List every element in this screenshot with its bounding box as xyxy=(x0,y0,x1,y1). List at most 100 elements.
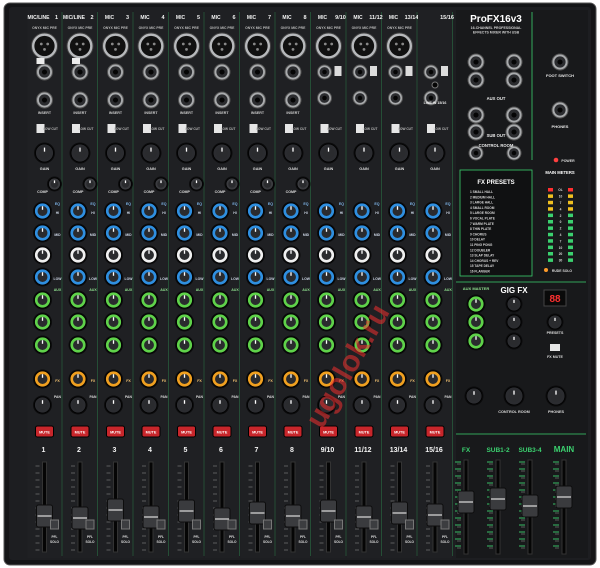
aux-3-knob[interactable] xyxy=(210,335,230,355)
fx-mute-button[interactable] xyxy=(550,344,560,351)
hi-z-switch[interactable] xyxy=(36,58,45,64)
xlr-input[interactable] xyxy=(102,32,129,60)
eq-mid-freq-knob[interactable] xyxy=(139,245,159,265)
eq-mid-freq-knob[interactable] xyxy=(175,245,194,265)
eq-hi-knob[interactable] xyxy=(317,201,336,221)
pan-knob[interactable] xyxy=(423,395,443,415)
gain-knob[interactable] xyxy=(424,142,446,164)
eq-mid-knob[interactable] xyxy=(352,223,372,243)
mute-button[interactable]: MUTE xyxy=(354,425,374,438)
pfl-button[interactable] xyxy=(156,519,166,530)
sub-out-4-jack[interactable] xyxy=(505,123,523,141)
mute-button[interactable]: MUTE xyxy=(177,425,196,438)
eq-mid-freq-knob[interactable] xyxy=(388,245,407,265)
mute-button[interactable]: MUTE xyxy=(425,425,445,438)
aux-3-knob[interactable] xyxy=(423,335,443,355)
fx-param-2-knob[interactable] xyxy=(505,313,523,331)
eq-low-knob[interactable] xyxy=(68,267,88,287)
eq-hi-knob[interactable] xyxy=(246,201,265,221)
line-switch[interactable] xyxy=(334,66,342,76)
xlr-input[interactable] xyxy=(173,32,200,60)
sub-out-3-jack[interactable] xyxy=(467,123,485,141)
fx-param-3-knob[interactable] xyxy=(505,332,523,350)
gain-knob[interactable] xyxy=(247,142,268,164)
pan-knob[interactable] xyxy=(388,395,407,415)
fx-send-knob[interactable] xyxy=(33,369,52,389)
line-in-left-jack[interactable] xyxy=(352,64,368,80)
insert-jack[interactable] xyxy=(107,91,124,109)
eq-low-knob[interactable] xyxy=(210,267,230,287)
eq-mid-freq-knob[interactable] xyxy=(246,245,265,265)
eq-hi-knob[interactable] xyxy=(281,201,301,221)
fx-send-knob[interactable] xyxy=(68,369,88,389)
aux-2-knob[interactable] xyxy=(317,312,336,332)
aux-3-knob[interactable] xyxy=(68,335,88,355)
usb-return-knob[interactable] xyxy=(464,386,484,406)
fx-send-knob[interactable] xyxy=(281,369,301,389)
aux-3-knob[interactable] xyxy=(139,335,159,355)
aux-1-knob[interactable] xyxy=(388,290,407,310)
aux-1-knob[interactable] xyxy=(246,290,265,310)
pan-knob[interactable] xyxy=(281,395,301,415)
pfl-button[interactable] xyxy=(440,519,450,530)
mute-button[interactable]: MUTE xyxy=(212,425,232,438)
eq-hi-knob[interactable] xyxy=(33,201,52,221)
mute-button[interactable]: MUTE xyxy=(106,425,125,438)
eq-mid-knob[interactable] xyxy=(388,223,407,243)
pfl-button[interactable] xyxy=(227,519,237,530)
fx-send-knob[interactable] xyxy=(139,369,159,389)
pan-knob[interactable] xyxy=(246,395,265,415)
pfl-button[interactable] xyxy=(334,519,343,530)
aux-3-knob[interactable] xyxy=(317,335,336,355)
mute-button[interactable]: MUTE xyxy=(70,425,90,438)
phones-jack[interactable] xyxy=(551,101,569,119)
mute-button[interactable]: MUTE xyxy=(248,425,267,438)
mute-button[interactable]: MUTE xyxy=(141,425,161,438)
comp-knob[interactable] xyxy=(189,176,204,192)
insert-jack[interactable] xyxy=(249,91,266,109)
eq-mid-freq-knob[interactable] xyxy=(33,245,52,265)
eq-mid-freq-knob[interactable] xyxy=(68,245,88,265)
eq-mid-freq-knob[interactable] xyxy=(281,245,301,265)
eq-low-knob[interactable] xyxy=(246,267,265,287)
xlr-input[interactable] xyxy=(244,32,271,60)
pfl-button[interactable] xyxy=(263,519,272,530)
insert-jack[interactable] xyxy=(178,91,195,109)
eq-mid-freq-knob[interactable] xyxy=(210,245,230,265)
line-switch[interactable] xyxy=(370,66,377,76)
gain-knob[interactable] xyxy=(69,142,91,164)
line-switch[interactable] xyxy=(405,66,413,76)
eq-hi-knob[interactable] xyxy=(175,201,194,221)
fx-send-knob[interactable] xyxy=(423,369,443,389)
xlr-input[interactable] xyxy=(386,32,413,60)
insert-jack[interactable] xyxy=(36,91,53,109)
comp-knob[interactable] xyxy=(260,176,275,192)
aux-master-2-knob[interactable] xyxy=(466,312,486,332)
fx-send-knob[interactable] xyxy=(104,369,123,389)
comp-knob[interactable] xyxy=(118,176,133,192)
eq-mid-knob[interactable] xyxy=(139,223,159,243)
aux-1-knob[interactable] xyxy=(317,290,336,310)
line-in-jack[interactable] xyxy=(71,63,89,81)
eq-low-knob[interactable] xyxy=(388,267,407,287)
eq-mid-freq-knob[interactable] xyxy=(104,245,123,265)
aux-out-4-jack[interactable] xyxy=(505,71,523,89)
line-in-right-jack[interactable] xyxy=(317,90,332,106)
aux-3-knob[interactable] xyxy=(281,335,301,355)
pan-knob[interactable] xyxy=(210,395,230,415)
pan-knob[interactable] xyxy=(104,395,123,415)
eq-hi-knob[interactable] xyxy=(388,201,407,221)
aux-2-knob[interactable] xyxy=(281,312,301,332)
eq-hi-knob[interactable] xyxy=(104,201,123,221)
line-switch[interactable] xyxy=(441,66,448,76)
eq-mid-freq-knob[interactable] xyxy=(423,245,443,265)
aux-1-knob[interactable] xyxy=(423,290,443,310)
gain-knob[interactable] xyxy=(211,142,233,164)
aux-2-knob[interactable] xyxy=(175,312,194,332)
eq-mid-freq-knob[interactable] xyxy=(352,245,372,265)
pan-knob[interactable] xyxy=(68,395,88,415)
gain-knob[interactable] xyxy=(318,142,339,164)
line-in-jack[interactable] xyxy=(249,63,266,81)
control-room-knob[interactable] xyxy=(503,385,525,407)
aux-out-1-jack[interactable] xyxy=(467,53,485,71)
